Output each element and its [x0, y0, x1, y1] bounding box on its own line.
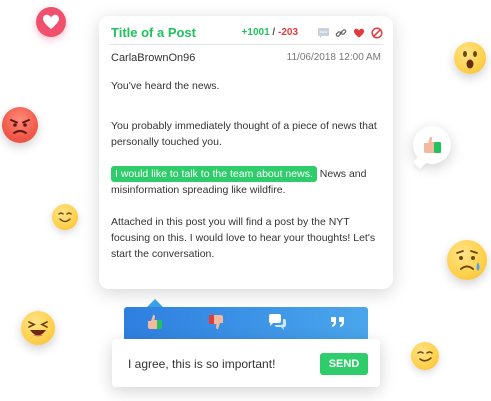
header-divider [109, 44, 383, 45]
block-icon[interactable] [371, 26, 383, 39]
highlighted-text[interactable]: I would like to talk to the team about n… [111, 166, 317, 182]
smile-emoji-icon [52, 204, 78, 230]
heart-badge-icon [36, 7, 66, 37]
surprised-emoji-icon [454, 42, 486, 74]
thumbs-up-bubble-icon [413, 126, 451, 164]
angry-emoji-icon [2, 107, 38, 143]
upvote-count: +1001 [241, 27, 270, 38]
post-title: Title of a Post [111, 25, 196, 40]
paragraph-3: I would like to talk to the team about n… [111, 166, 386, 198]
quote-icon [329, 314, 347, 335]
heart-icon[interactable] [353, 26, 365, 38]
comment-icon[interactable] [317, 26, 329, 38]
comment-input[interactable] [128, 357, 308, 371]
vote-separator: / [269, 27, 278, 38]
link-icon[interactable] [335, 26, 347, 38]
smirk-emoji-icon [411, 342, 439, 370]
comment-box: SEND [112, 339, 380, 387]
thumbs-down-button[interactable] [201, 312, 231, 336]
post-card: Title of a Post +1001 / -203 CarlaBrownO… [99, 16, 393, 289]
downvote-count: -203 [277, 27, 298, 38]
reaction-toolbar [124, 307, 368, 341]
crying-emoji-icon [447, 240, 487, 280]
chat-icon [267, 313, 287, 336]
thumbs-up-button[interactable] [140, 312, 170, 336]
post-header: Title of a Post +1001 / -203 [111, 24, 383, 42]
send-button[interactable]: SEND [320, 353, 368, 375]
post-actions [317, 26, 383, 39]
paragraph-2: You probably immediately thought of a pi… [111, 120, 377, 148]
laughing-emoji-icon [21, 311, 55, 345]
paragraph-1: You've heard the news. [111, 80, 220, 92]
paragraph-4: Attached in this post you will find a po… [111, 216, 376, 260]
post-date: 11/06/2018 12:00 AM [286, 52, 381, 63]
author-name[interactable]: CarlaBrownOn96 [111, 52, 195, 64]
chat-button[interactable] [262, 312, 292, 336]
thumbs-up-icon [146, 313, 164, 336]
quote-button[interactable] [323, 312, 353, 336]
vote-count: +1001 / -203 [242, 27, 298, 38]
thumbs-down-icon [207, 313, 225, 336]
post-meta: CarlaBrownOn96 11/06/2018 12:00 AM [111, 52, 381, 66]
